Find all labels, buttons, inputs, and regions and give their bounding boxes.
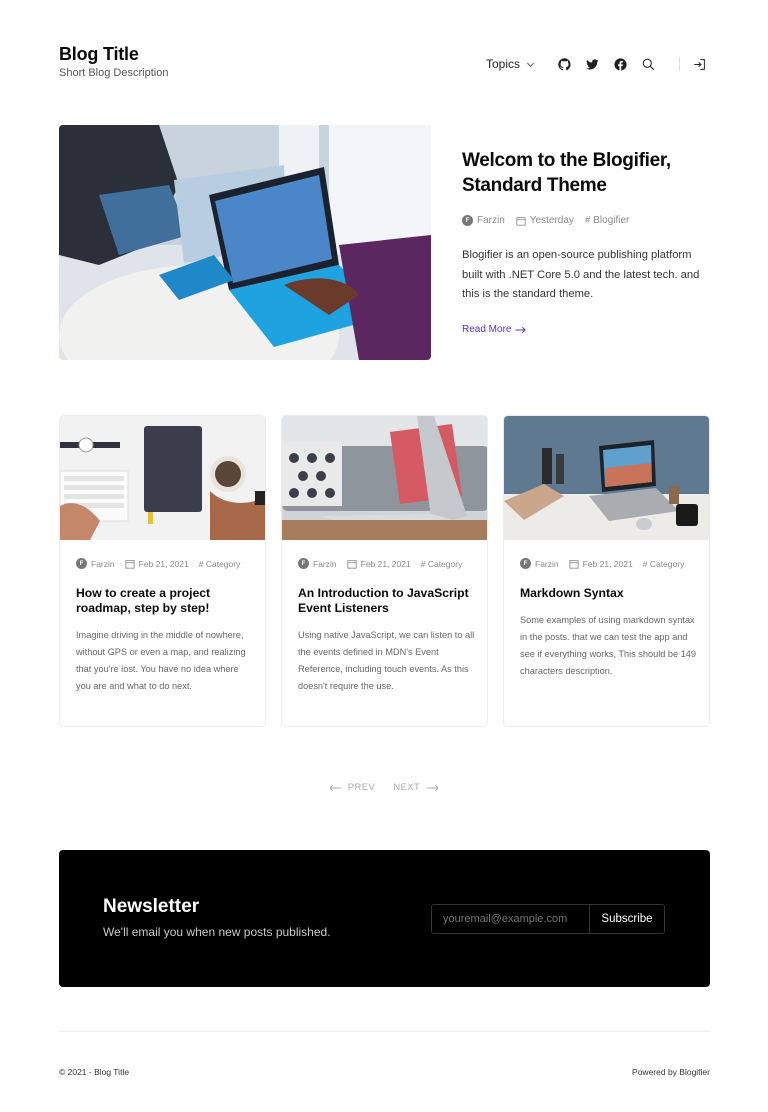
- author-avatar: F: [76, 558, 87, 569]
- subscribe-button[interactable]: Subscribe: [590, 905, 664, 933]
- hero-post-meta: F Farzin Yesterday # Blogifier: [462, 215, 640, 226]
- post-date-text: Yesterday: [529, 215, 574, 226]
- facebook-icon[interactable]: [613, 57, 627, 71]
- footer-copyright: © 2021 - Blog Title: [59, 1067, 130, 1077]
- newsletter-title: Newsletter: [103, 896, 200, 917]
- header-nav: Topics: [486, 54, 706, 74]
- prev-label: PREV: [347, 782, 376, 793]
- newsletter-form: Subscribe: [431, 904, 665, 934]
- post-meta: F Farzin Feb 21, 2021 # Category: [298, 558, 472, 569]
- author-avatar: F: [462, 215, 473, 226]
- blog-description: Short Blog Description: [59, 67, 169, 79]
- arrow-right-icon: [426, 784, 439, 791]
- pagination: PREV NEXT: [0, 782, 768, 793]
- calendar-icon: [516, 216, 526, 226]
- post-title[interactable]: How to create a project roadmap, step by…: [76, 586, 256, 616]
- author-name: Farzin: [477, 215, 505, 226]
- post-thumbnail: [282, 416, 487, 540]
- footer-powered-by[interactable]: Powered by Blogifier: [632, 1067, 710, 1077]
- site-header: Blog Title Short Blog Description Topics: [59, 44, 710, 84]
- arrow-right-icon: [515, 326, 527, 333]
- post-category[interactable]: # Blogifier: [585, 215, 629, 226]
- post-meta: F Farzin Feb 21, 2021 # Category: [520, 558, 694, 569]
- topics-label: Topics: [485, 57, 520, 71]
- post-title[interactable]: Markdown Syntax: [520, 586, 700, 601]
- post-card[interactable]: F Farzin Feb 21, 2021 # Category Markdow…: [503, 415, 710, 727]
- topics-dropdown[interactable]: Topics: [486, 57, 535, 71]
- post-excerpt: Using native JavaScript, we can listen t…: [298, 630, 475, 691]
- nav-divider: [679, 57, 680, 71]
- author-name: Farzin: [535, 558, 559, 569]
- author-name: Farzin: [91, 558, 115, 569]
- author-avatar: F: [298, 558, 309, 569]
- post-excerpt: Imagine driving in the middle of nowhere…: [76, 630, 246, 691]
- blog-title[interactable]: Blog Title: [59, 44, 139, 65]
- login-icon[interactable]: [692, 57, 706, 71]
- hero-post-title[interactable]: Welcom to the Blogifier, Standard Theme: [462, 148, 712, 198]
- prev-page-button[interactable]: PREV: [329, 782, 375, 793]
- post-author[interactable]: F Farzin: [520, 558, 559, 569]
- post-category[interactable]: # Category: [421, 559, 463, 569]
- newsletter-description: We'll email you when new posts published…: [103, 925, 331, 939]
- author-name: Farzin: [313, 558, 337, 569]
- newsletter-section: Newsletter We'll email you when new post…: [59, 850, 710, 987]
- post-date-text: Feb 21, 2021: [360, 558, 411, 569]
- arrow-left-icon: [329, 784, 342, 791]
- post-meta: F Farzin Feb 21, 2021 # Category: [76, 558, 250, 569]
- post-card[interactable]: F Farzin Feb 21, 2021 # Category An Intr…: [281, 415, 488, 727]
- post-thumbnail: [504, 416, 709, 540]
- post-date: Yesterday: [516, 215, 574, 226]
- post-author[interactable]: F Farzin: [462, 215, 505, 226]
- next-label: NEXT: [393, 782, 421, 793]
- post-author[interactable]: F Farzin: [76, 558, 115, 569]
- twitter-icon[interactable]: [585, 57, 599, 71]
- github-icon[interactable]: [557, 57, 571, 71]
- hero-post-excerpt: Blogifier is an open-source publishing p…: [462, 249, 700, 301]
- post-title[interactable]: An Introduction to JavaScript Event List…: [298, 586, 478, 616]
- post-date: Feb 21, 2021: [125, 559, 189, 569]
- read-more-link[interactable]: Read More: [462, 324, 527, 335]
- email-field[interactable]: [432, 905, 590, 933]
- post-date-text: Feb 21, 2021: [138, 558, 189, 569]
- calendar-icon: [347, 559, 357, 569]
- post-excerpt: Some examples of using markdown syntax i…: [520, 615, 697, 676]
- post-category[interactable]: # Category: [199, 559, 241, 569]
- search-icon[interactable]: [641, 57, 655, 71]
- post-thumbnail: [60, 416, 265, 540]
- post-date: Feb 21, 2021: [347, 559, 411, 569]
- post-author[interactable]: F Farzin: [298, 558, 337, 569]
- post-category[interactable]: # Category: [643, 559, 685, 569]
- post-date-text: Feb 21, 2021: [582, 558, 633, 569]
- chevron-down-icon: [526, 62, 535, 67]
- read-more-label: Read More: [462, 324, 512, 335]
- post-card[interactable]: F Farzin Feb 21, 2021 # Category How to …: [59, 415, 266, 727]
- calendar-icon: [125, 559, 135, 569]
- hero-image[interactable]: [59, 125, 431, 360]
- calendar-icon: [569, 559, 579, 569]
- post-date: Feb 21, 2021: [569, 559, 633, 569]
- footer-divider: [59, 1031, 710, 1032]
- next-page-button[interactable]: NEXT: [393, 782, 439, 793]
- author-avatar: F: [520, 558, 531, 569]
